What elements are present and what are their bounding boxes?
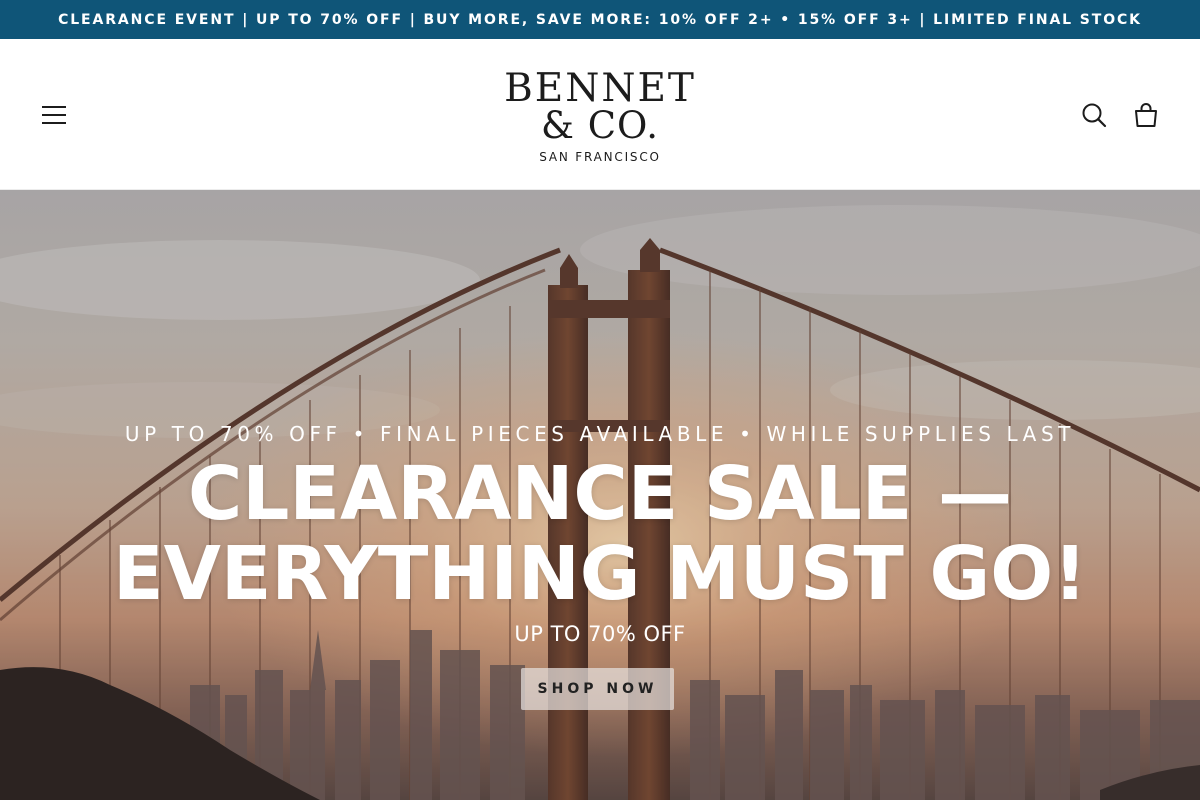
hero-title: CLEARANCE SALE — EVERYTHING MUST GO! [0,454,1200,614]
shop-now-label: SHOP NOW [537,681,658,697]
brand-logo[interactable]: BENNET & CO. SAN FRANCISCO [480,63,720,167]
site-header: BENNET & CO. SAN FRANCISCO [0,39,1200,190]
search-icon [1082,103,1107,128]
menu-button[interactable] [34,95,74,135]
hero-banner: UP TO 70% OFF • FINAL PIECES AVAILABLE •… [0,190,1200,800]
menu-icon [42,106,66,124]
hero-subheading: UP TO 70% OFF • FINAL PIECES AVAILABLE •… [124,422,1076,446]
logo-wordmark-secondary: & CO. [541,104,659,147]
announcement-text: CLEARANCE EVENT | UP TO 70% OFF | BUY MO… [58,11,1142,28]
logo-location: SAN FRANCISCO [539,150,661,164]
search-button[interactable] [1074,95,1114,135]
cart-icon [1135,103,1157,127]
hero-title-line-2: EVERYTHING MUST GO! [113,531,1087,617]
logo-wordmark: BENNET [504,66,696,111]
shop-now-button[interactable]: SHOP NOW [521,668,674,710]
cart-button[interactable] [1126,95,1166,135]
hero-offer-text: UP TO 70% OFF [514,622,686,646]
announcement-bar: CLEARANCE EVENT | UP TO 70% OFF | BUY MO… [0,0,1200,39]
hero-title-line-1: CLEARANCE SALE — [187,451,1013,537]
